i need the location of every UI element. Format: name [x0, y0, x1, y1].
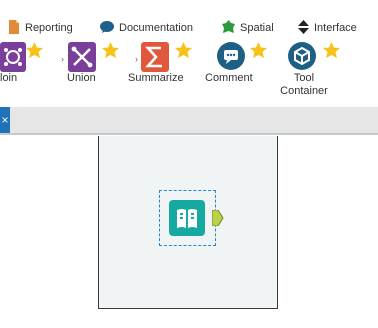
- comment-icon: [217, 42, 245, 75]
- interface-icon: [298, 19, 309, 37]
- tool-union-label: Union: [67, 72, 96, 84]
- close-tab-button[interactable]: ×: [0, 107, 10, 133]
- tab-documentation[interactable]: Documentation: [100, 18, 193, 38]
- chevron-right-icon: ›: [135, 54, 138, 64]
- chevron-right-icon: ›: [61, 54, 64, 64]
- spatial-icon: [222, 20, 235, 36]
- favorite-star-icon: [175, 42, 192, 61]
- canvas-tab-bar: ×: [0, 107, 378, 135]
- tool-tool-container[interactable]: Tool Container: [274, 40, 344, 106]
- tool-palette: loin › Union › Summarize Comment Tool Co…: [0, 40, 378, 106]
- workflow-canvas-container[interactable]: [98, 136, 278, 309]
- union-icon: [68, 42, 96, 75]
- favorite-star-icon: [102, 42, 119, 61]
- tool-category-tabs: Reporting Documentation Spatial Interfac…: [0, 18, 378, 38]
- tab-interface[interactable]: Interface: [298, 18, 357, 38]
- tool-comment-label: Comment: [205, 72, 253, 84]
- book-icon[interactable]: [169, 200, 205, 236]
- output-anchor-icon[interactable]: [211, 209, 224, 229]
- tab-spatial-label: Spatial: [240, 22, 274, 34]
- summarize-icon: [141, 42, 169, 75]
- tab-reporting[interactable]: Reporting: [8, 18, 73, 38]
- tab-reporting-label: Reporting: [25, 22, 73, 34]
- tool-container-icon: [288, 42, 316, 75]
- tool-summarize[interactable]: › Summarize: [124, 40, 196, 106]
- tool-comment[interactable]: Comment: [202, 40, 268, 106]
- reporting-icon: [8, 19, 20, 37]
- tab-documentation-label: Documentation: [119, 22, 193, 34]
- favorite-star-icon: [26, 42, 43, 61]
- tool-join[interactable]: loin: [0, 40, 60, 106]
- tool-container-label-line2: Container: [280, 85, 328, 97]
- tab-spatial[interactable]: Spatial: [222, 18, 274, 38]
- favorite-star-icon: [323, 42, 340, 61]
- tool-join-label: loin: [0, 72, 18, 84]
- tool-summarize-label: Summarize: [128, 72, 184, 84]
- documentation-icon: [100, 20, 114, 36]
- tool-tool-container-label: Tool Container: [279, 72, 329, 98]
- favorite-star-icon: [250, 42, 267, 61]
- tool-container-label-line1: Tool: [293, 72, 315, 84]
- join-icon: [0, 42, 26, 75]
- tab-interface-label: Interface: [314, 22, 357, 34]
- tool-union[interactable]: › Union: [58, 40, 122, 106]
